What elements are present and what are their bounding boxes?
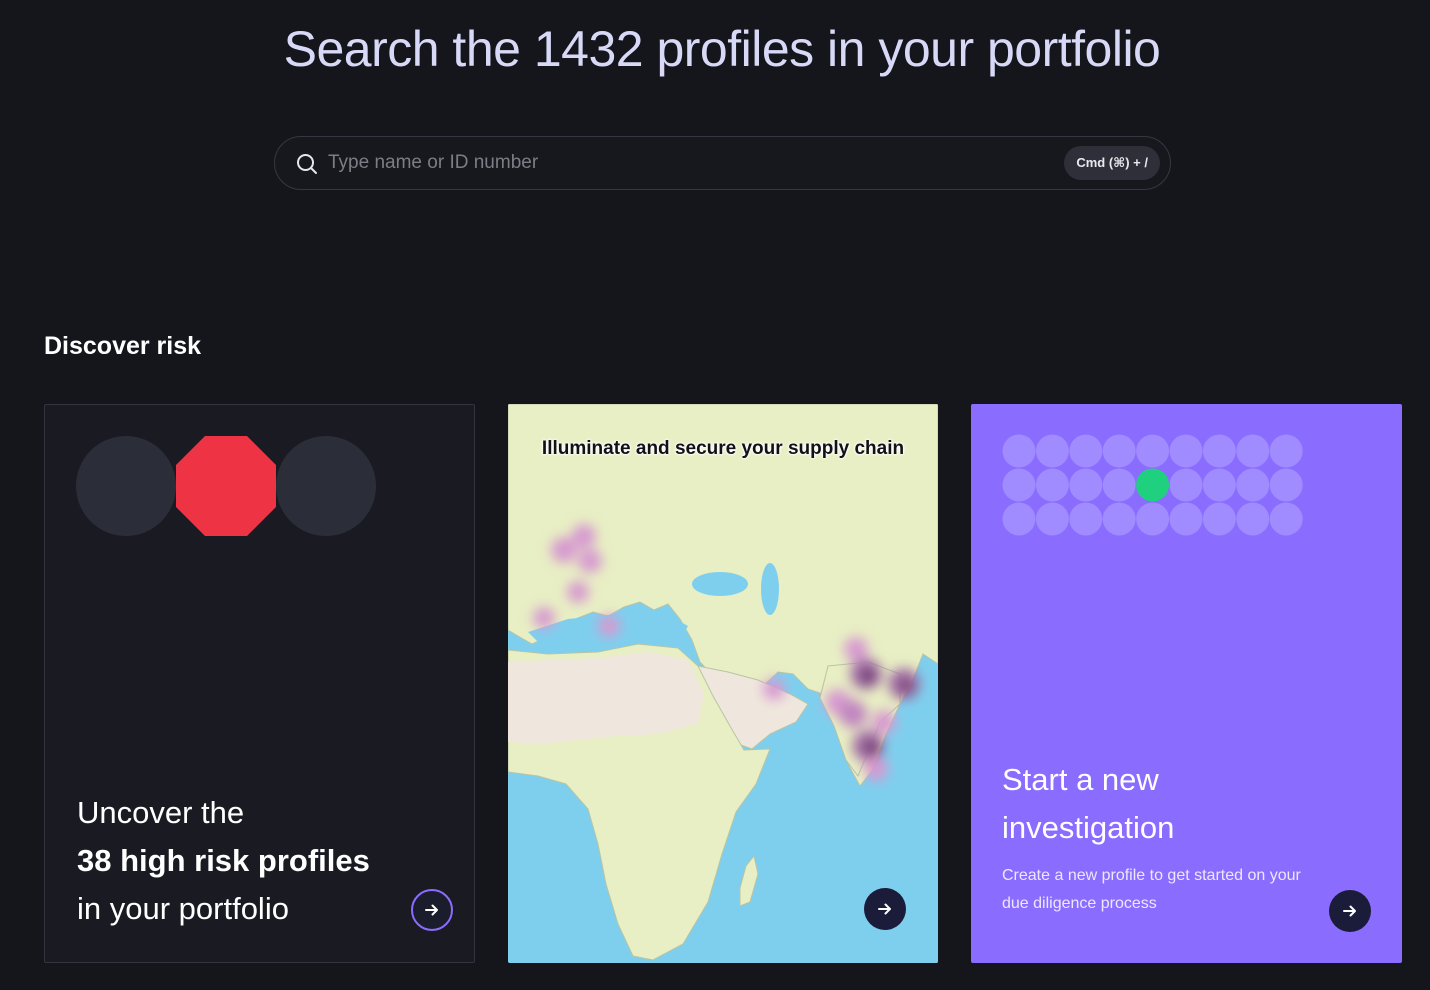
open-risk-profiles-button[interactable] <box>411 889 453 931</box>
open-supply-chain-button[interactable] <box>864 888 906 930</box>
keyboard-shortcut-badge: Cmd (⌘) + / <box>1064 146 1160 180</box>
risk-count-text: 38 high risk profiles <box>77 843 370 878</box>
arrow-right-icon <box>1343 905 1356 917</box>
world-map <box>508 404 938 963</box>
profile-dot <box>1002 434 1036 468</box>
profile-dot <box>1069 502 1103 536</box>
profile-dot <box>1136 434 1170 468</box>
search-input[interactable]: Type name or ID number <box>328 152 538 174</box>
page: Search the 1432 profiles in your portfol… <box>0 0 1430 990</box>
search-bar[interactable]: Type name or ID number Cmd (⌘) + / <box>274 136 1171 190</box>
profile-dot <box>1169 434 1203 468</box>
profile-dot <box>1035 502 1069 536</box>
profile-dot <box>1269 434 1303 468</box>
profile-dot <box>1102 434 1136 468</box>
profile-dot <box>1069 434 1103 468</box>
profile-dot <box>1069 468 1103 502</box>
profile-dot <box>1202 434 1236 468</box>
profile-dot <box>1236 502 1270 536</box>
profile-dots-graphic <box>1002 434 1303 536</box>
new-investigation-card[interactable]: Start a new investigation Create a new p… <box>971 404 1402 963</box>
profile-dot <box>1269 468 1303 502</box>
neutral-circle-right <box>276 436 376 536</box>
profile-dot <box>1169 468 1203 502</box>
profile-dot <box>1002 502 1036 536</box>
supply-chain-map-card[interactable]: Illuminate and secure your supply chain <box>508 404 938 963</box>
risk-summary: Uncover the 38 high risk profiles in you… <box>77 789 370 933</box>
section-title: Discover risk <box>44 332 202 360</box>
map-card-title: Illuminate and secure your supply chain <box>541 438 905 459</box>
profile-dot <box>1202 468 1236 502</box>
investigation-description: Create a new profile to get started on y… <box>1002 867 1301 912</box>
profile-dot <box>1236 468 1270 502</box>
profile-dot <box>1102 502 1136 536</box>
investigation-title: Start a new investigation <box>1002 756 1174 852</box>
profile-dot <box>1102 468 1136 502</box>
risk-text-line3: in your portfolio <box>77 891 289 926</box>
profile-dot <box>1202 502 1236 536</box>
profile-dot <box>1169 502 1203 536</box>
arrow-right-icon <box>425 904 438 916</box>
black-sea <box>692 572 748 596</box>
risk-octagon <box>176 436 276 536</box>
profile-dot <box>1035 468 1069 502</box>
search-icon <box>297 154 317 174</box>
caspian-sea <box>761 563 779 615</box>
arrow-right-icon <box>878 903 891 915</box>
page-headline: Search the 1432 profiles in your portfol… <box>283 21 1161 77</box>
high-risk-profiles-card[interactable]: Uncover the 38 high risk profiles in you… <box>44 404 475 963</box>
profile-dot <box>1236 434 1270 468</box>
profile-dot <box>1035 434 1069 468</box>
investigation-title-line2: investigation <box>1002 810 1175 845</box>
profile-dot <box>1136 502 1170 536</box>
risk-text-line1: Uncover the <box>77 795 245 830</box>
risk-indicator-graphic <box>76 436 376 536</box>
profile-dot <box>1269 502 1303 536</box>
investigation-title-line1: Start a new <box>1002 762 1159 797</box>
start-investigation-button[interactable] <box>1329 890 1371 932</box>
highlighted-profile-dot <box>1136 468 1170 502</box>
profile-dot <box>1002 468 1036 502</box>
neutral-circle-left <box>76 436 176 536</box>
